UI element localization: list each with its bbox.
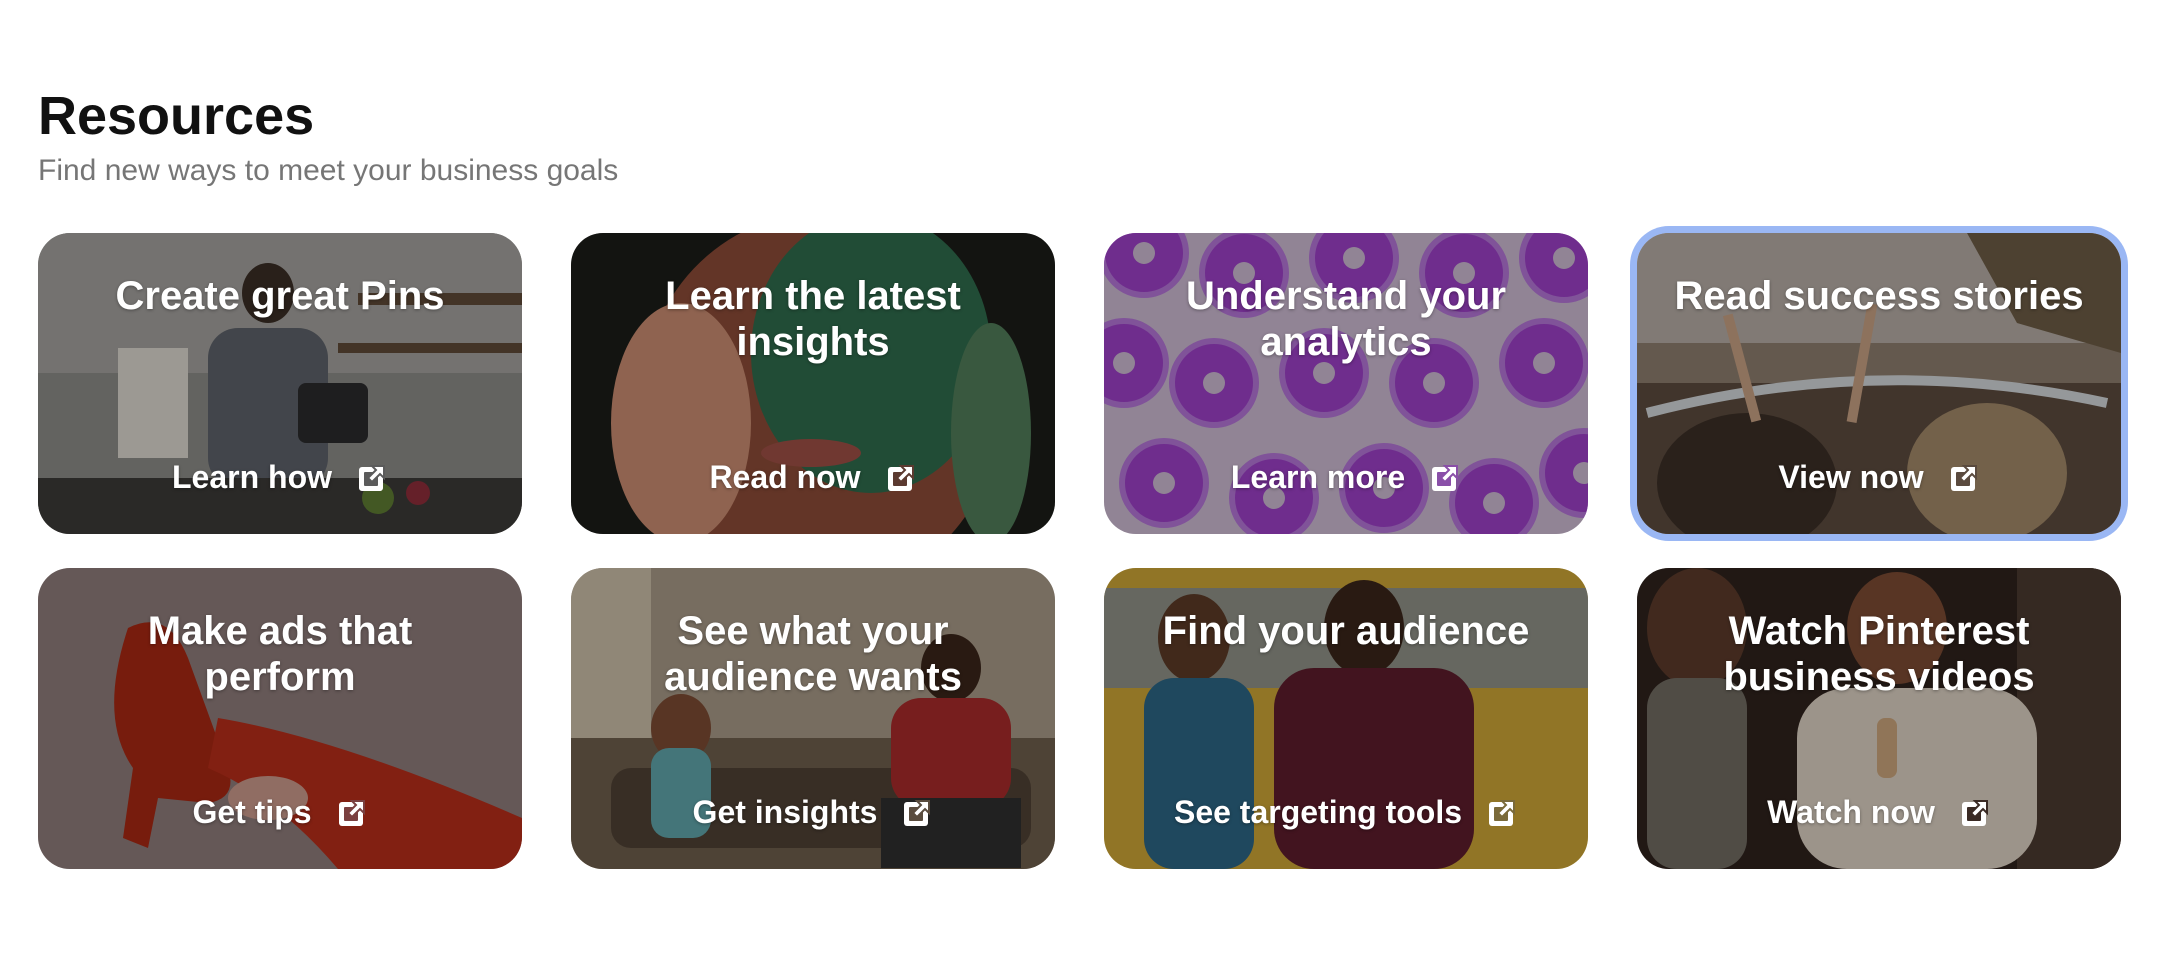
resource-card-create-pins[interactable]: Create great Pins Learn how <box>38 233 522 534</box>
external-link-icon <box>1950 464 1977 491</box>
card-cta[interactable]: Get tips <box>38 794 522 831</box>
external-link-icon <box>338 799 365 826</box>
card-cta[interactable]: Read now <box>571 459 1055 496</box>
card-title: Read success stories <box>1674 274 2084 318</box>
card-title: Watch Pinterest business videos <box>1723 609 2035 699</box>
cta-label: Learn how <box>171 459 332 495</box>
resources-header: Resources Find new ways to meet your bus… <box>38 82 2128 190</box>
resource-card-success-stories[interactable]: Read success stories View now <box>1637 233 2121 534</box>
resource-card-ads[interactable]: Make ads that perform Get tips <box>38 568 522 869</box>
page-title: Resources <box>38 86 315 146</box>
external-link-icon <box>1489 799 1516 826</box>
cta-label: Learn more <box>1230 459 1406 495</box>
resource-card-find-audience[interactable]: Find your audience See targeting tools <box>1104 568 1588 869</box>
resource-card-analytics[interactable]: Understand your analytics Learn more <box>1104 233 1588 534</box>
card-cta[interactable]: Watch now <box>1637 794 2121 831</box>
card-cta[interactable]: Learn how <box>38 459 522 496</box>
card-title: Understand your analytics <box>1185 274 1507 364</box>
cta-label: Get tips <box>192 794 312 830</box>
card-cta[interactable]: Learn more <box>1104 459 1588 496</box>
external-link-icon <box>904 799 931 826</box>
card-cta[interactable]: View now <box>1637 459 2121 496</box>
page-subtitle: Find new ways to meet your business goal… <box>38 154 619 187</box>
card-title: Learn the latest insights <box>665 274 961 364</box>
cta-label: View now <box>1778 459 1924 495</box>
external-link-icon <box>1432 464 1459 491</box>
external-link-icon <box>1961 799 1988 826</box>
resource-card-latest-insights[interactable]: Learn the latest insights Read now <box>571 233 1055 534</box>
card-title: See what your audience wants <box>664 609 962 699</box>
external-link-icon <box>887 464 914 491</box>
card-cta[interactable]: See targeting tools <box>1104 794 1588 831</box>
card-title: Create great Pins <box>115 274 445 318</box>
resource-card-audience-wants[interactable]: See what your audience wants Get insight… <box>571 568 1055 869</box>
cta-label: Watch now <box>1767 794 1935 830</box>
external-link-icon <box>359 464 385 491</box>
resource-card-grid: Create great Pins Learn how Learn the la… <box>38 233 2121 869</box>
card-cta[interactable]: Get insights <box>571 794 1055 831</box>
cta-label: See targeting tools <box>1173 794 1463 830</box>
cta-label: Read now <box>709 459 861 495</box>
cta-label: Get insights <box>692 794 878 830</box>
resource-card-business-videos[interactable]: Watch Pinterest business videos Watch no… <box>1637 568 2121 869</box>
card-title: Find your audience <box>1162 609 1530 653</box>
card-title: Make ads that perform <box>147 609 413 699</box>
